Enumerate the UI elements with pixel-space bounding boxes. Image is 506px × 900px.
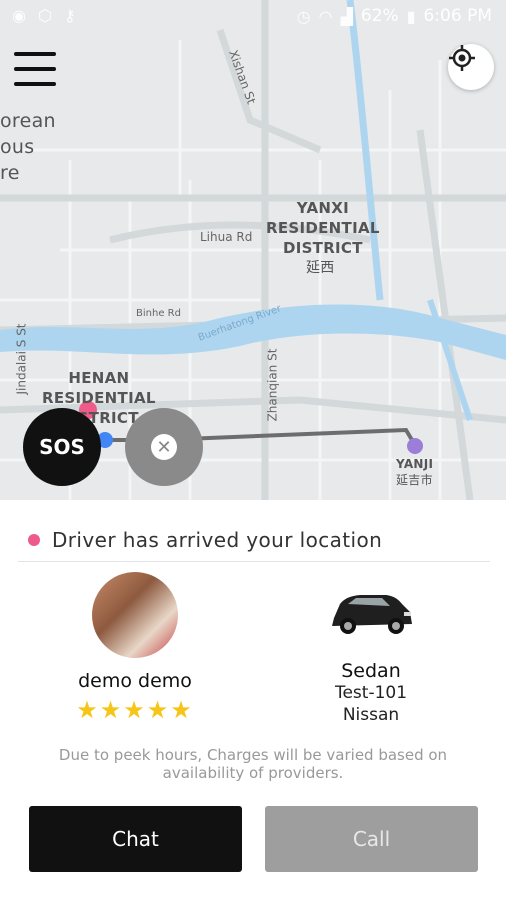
status-bar: ◉ ⬡ ⚷ ◷ ◠ ▟ 62% ▮ 6:06 PM (0, 0, 506, 34)
app-icon: ⬡ (37, 6, 52, 25)
chat-button[interactable]: Chat (29, 806, 242, 872)
trip-status-text: Driver has arrived your location (52, 528, 383, 552)
signal-icon: ▟ (340, 6, 353, 26)
district-native-label: 延西 (306, 260, 335, 276)
pickup-marker (407, 438, 423, 454)
trip-status: Driver has arrived your location (28, 528, 382, 552)
surge-note: Due to peek hours, Charges will be varie… (58, 746, 448, 782)
map-view[interactable]: YANXI RESIDENTIAL DISTRICT 延西 HENAN RESI… (0, 0, 506, 500)
road-label: Lihua Rd (200, 230, 253, 244)
road-label: Jindalai S St (14, 323, 29, 395)
wifi-icon: ◠ (318, 6, 333, 26)
status-dot (28, 534, 40, 546)
driver-card: demo demo ★★★★★ (60, 572, 210, 724)
close-icon: ✕ (151, 434, 177, 460)
sos-button[interactable]: SOS (23, 408, 101, 486)
battery-icon: ▮ (406, 6, 416, 26)
cancel-trip-button[interactable]: ✕ (125, 408, 203, 486)
sos-label: SOS (39, 435, 85, 459)
crosshair-icon (449, 45, 475, 71)
clock: 6:06 PM (423, 6, 493, 26)
road-label: Zhanqian St (265, 348, 280, 422)
vehicle-card: Sedan Test-101 Nissan (296, 580, 446, 726)
vehicle-type: Sedan (341, 660, 401, 682)
road-label: Binhe Rd (136, 308, 181, 319)
divider (18, 561, 490, 562)
alarm-icon: ◷ (296, 6, 311, 26)
district-label: YANXI RESIDENTIAL DISTRICT (266, 199, 380, 257)
my-location-button[interactable] (448, 44, 494, 90)
vehicle-make: Nissan (342, 705, 400, 725)
menu-button[interactable] (14, 52, 56, 86)
driver-name: demo demo (78, 670, 192, 692)
partial-map-label: orean ous re (0, 110, 56, 184)
district-native-label: 延吉市 (396, 473, 433, 487)
trip-panel: Driver has arrived your location demo de… (0, 500, 506, 900)
menu-icon (14, 52, 56, 56)
location-icon: ◉ (12, 6, 26, 25)
battery-level: 62% (360, 6, 399, 26)
car-icon (332, 595, 412, 634)
key-icon: ⚷ (63, 6, 76, 25)
vehicle-plate: Test-101 (334, 683, 408, 703)
call-button[interactable]: Call (265, 806, 478, 872)
driver-rating-stars: ★★★★★ (76, 696, 194, 724)
driver-avatar (92, 572, 178, 658)
